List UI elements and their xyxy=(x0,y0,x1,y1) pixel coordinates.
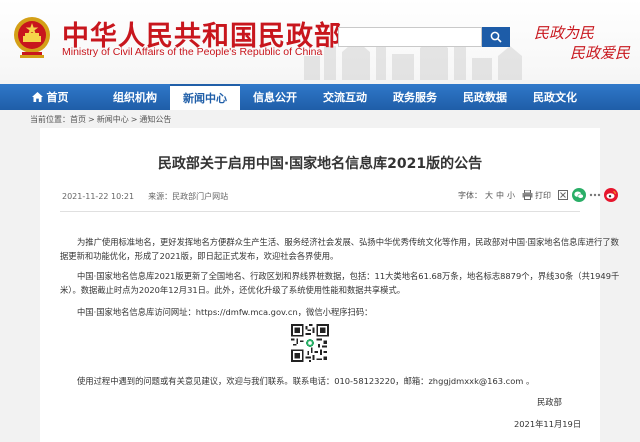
wechat-mini-program-qr-code xyxy=(291,324,329,362)
share-dots-icon[interactable] xyxy=(589,189,601,201)
article-title: 民政部关于启用中国·国家地名信息库2021版的公告 xyxy=(157,156,483,172)
breadcrumb-link-home[interactable]: 首页 xyxy=(70,115,86,124)
search-button[interactable] xyxy=(482,27,510,47)
article-paragraph-1: 为推广使用标准地名，更好发挥地名方便群众生产生活、服务经济社会发展、弘扬中华优秀… xyxy=(60,235,619,263)
weibo-share-icon[interactable] xyxy=(604,188,618,202)
nav-item-civil-data[interactable]: 民政数据 xyxy=(450,84,520,110)
paragraph-line: 据更新和功能优化，形成了2021版，即日起正式发布，欢迎社会各界使用。 xyxy=(60,251,339,261)
print-icon[interactable] xyxy=(521,189,533,201)
article-source: 来源：民政部门户网站 xyxy=(148,192,229,201)
article-meta: 2021-11-22 10:21 来源：民政部门户网站 xyxy=(62,191,228,202)
main-nav: 首页 组织机构 新闻中心 信息公开 交流互动 政务服务 民政数据 民政文化 xyxy=(0,84,640,110)
nav-item-label: 交流互动 xyxy=(323,91,367,104)
breadcrumb-link-news[interactable]: 新闻中心 xyxy=(97,115,129,124)
national-emblem-icon xyxy=(14,17,50,58)
paragraph-line: 米）。数据截止时点为2020年12月31日。此外，还优化升级了系统使用性能和数据… xyxy=(60,285,406,295)
breadcrumb-link-notices[interactable]: 通知公告 xyxy=(139,115,171,124)
nav-item-label: 组织机构 xyxy=(113,91,157,104)
font-size-large[interactable]: 大 xyxy=(485,190,493,201)
nav-item-label: 政务服务 xyxy=(393,91,437,104)
font-size-small[interactable]: 小 xyxy=(507,190,515,201)
nav-item-news-center[interactable]: 新闻中心 xyxy=(170,84,240,110)
breadcrumb-separator: > xyxy=(130,115,138,124)
font-size-medium[interactable]: 中 xyxy=(496,190,504,201)
nav-item-label: 首页 xyxy=(46,91,69,104)
print-link[interactable]: 打印 xyxy=(535,190,551,201)
article-tools: 字体： 大 中 小 打印 xyxy=(458,188,618,202)
close-window-icon[interactable] xyxy=(557,189,569,201)
search-box xyxy=(338,27,482,50)
article-paragraph-3: 中国·国家地名信息库访问网址：https://dmfw.mca.gov.cn，微… xyxy=(60,305,584,319)
site-header: 中华人民共和国民政部 Ministry of Civil Affairs of … xyxy=(0,0,640,80)
nav-item-label: 民政数据 xyxy=(463,91,507,104)
nav-item-information-disclosure[interactable]: 信息公开 xyxy=(240,84,310,110)
font-size-label: 字体： xyxy=(458,190,482,200)
breadcrumb-separator: > xyxy=(88,115,95,124)
paragraph-line: 为推广使用标准地名，更好发挥地名方便群众生产生活、服务经济社会发展、弘扬中华优秀… xyxy=(77,237,619,247)
search-icon xyxy=(490,31,502,43)
nav-item-label: 民政文化 xyxy=(533,91,577,104)
nav-item-label: 新闻中心 xyxy=(183,92,227,105)
nav-item-label: 信息公开 xyxy=(253,91,297,104)
nav-item-interaction[interactable]: 交流互动 xyxy=(310,84,380,110)
breadcrumb: 当前位置：首页 > 新闻中心 > 通知公告 xyxy=(30,114,171,125)
wechat-share-icon[interactable] xyxy=(572,188,586,202)
article-date: 2021-11-22 10:21 xyxy=(62,192,135,201)
article-paragraph-4: 使用过程中遇到的问题或有关意见建议，欢迎与我们联系。联系电话：010-58123… xyxy=(60,374,584,388)
search-input[interactable] xyxy=(339,31,481,50)
article-signature: 民政部 xyxy=(537,397,562,407)
article-container: 民政部关于启用中国·国家地名信息库2021版的公告 2021-11-22 10:… xyxy=(40,128,620,442)
nav-item-government-services[interactable]: 政务服务 xyxy=(380,84,450,110)
paragraph-line: 中国·国家地名信息库2021版更新了全国地名、行政区划和界线界桩数据，包括：11… xyxy=(77,271,620,281)
slogan-line-2: 民政爱民 xyxy=(570,44,631,62)
nav-item-organization[interactable]: 组织机构 xyxy=(100,84,170,110)
breadcrumb-prefix: 当前位置： xyxy=(30,115,70,124)
paragraph-line: 中国·国家地名信息库访问网址：https://dmfw.mca.gov.cn，微… xyxy=(77,307,373,317)
nav-item-home[interactable]: 首页 xyxy=(0,84,100,110)
paragraph-line: 使用过程中遇到的问题或有关意见建议，欢迎与我们联系。联系电话：010-58123… xyxy=(77,376,535,386)
site-subtitle: Ministry of Civil Affairs of the People'… xyxy=(62,46,323,58)
nav-item-civil-culture[interactable]: 民政文化 xyxy=(520,84,590,110)
slogan-line-1: 民政为民 xyxy=(534,24,595,42)
article-paragraph-2: 中国·国家地名信息库2021版更新了全国地名、行政区划和界线界桩数据，包括：11… xyxy=(60,269,620,297)
article-sign-date: 2021年11月19日 xyxy=(514,419,582,429)
title-divider xyxy=(60,211,580,212)
home-icon xyxy=(31,92,43,102)
